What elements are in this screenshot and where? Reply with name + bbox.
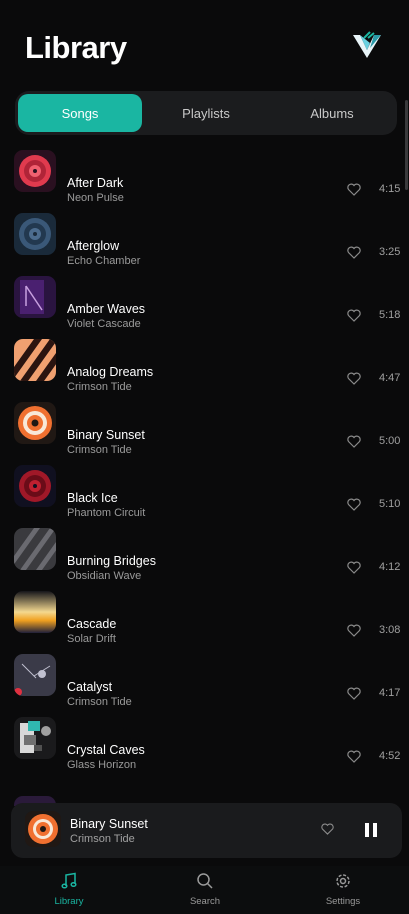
heart-icon[interactable] (347, 435, 361, 448)
song-duration: 4:47 (379, 372, 401, 384)
song-row[interactable]: Burning Bridges Obsidian Wave 4:12 (0, 514, 409, 582)
nav-search[interactable]: Search (160, 866, 250, 914)
album-art (14, 654, 56, 696)
heart-icon[interactable] (347, 498, 361, 511)
music-note-icon (61, 872, 77, 889)
song-title: Crystal Caves (67, 743, 145, 757)
song-row[interactable]: Black Ice Phantom Circuit 5:10 (0, 451, 409, 519)
page-title: Library (25, 30, 127, 65)
heart-icon[interactable] (347, 750, 361, 763)
search-icon (197, 873, 213, 889)
album-art (14, 717, 56, 759)
heart-icon[interactable] (347, 246, 361, 259)
song-row[interactable]: Cascade Solar Drift 3:08 (0, 577, 409, 645)
nav-label: Search (189, 896, 221, 907)
heart-icon[interactable] (347, 309, 361, 322)
song-row[interactable]: Catalyst Crimson Tide 4:17 (0, 640, 409, 708)
song-duration: 4:12 (379, 561, 401, 573)
song-duration: 4:52 (379, 750, 401, 762)
song-duration: 4:15 (379, 183, 401, 195)
song-title: Amber Waves (67, 302, 146, 316)
now-playing-art (25, 811, 61, 847)
nav-label: Library (54, 896, 84, 907)
album-art (14, 276, 56, 318)
nav-label: Settings (325, 896, 361, 907)
now-playing-title: Binary Sunset (70, 817, 148, 831)
song-duration: 5:18 (379, 309, 401, 321)
tab-albums[interactable]: Albums (270, 94, 394, 132)
song-list: After Dark Neon Pulse 4:15 Afterglow Ech… (0, 136, 409, 866)
song-row[interactable]: Analog Dreams Crimson Tide 4:47 (0, 325, 409, 393)
heart-icon[interactable] (347, 624, 361, 637)
song-duration: 5:00 (379, 435, 401, 447)
album-art (14, 213, 56, 255)
song-title: Black Ice (67, 491, 118, 505)
song-title: Catalyst (67, 680, 113, 694)
heart-icon[interactable] (347, 183, 361, 196)
album-art (14, 402, 56, 444)
song-title: Cascade (67, 617, 117, 631)
song-title: Afterglow (67, 239, 120, 253)
tab-playlists[interactable]: Playlists (144, 94, 268, 132)
album-art (14, 528, 56, 570)
album-art (14, 465, 56, 507)
song-row[interactable]: Crystal Caves Glass Horizon 4:52 (0, 703, 409, 771)
song-title: Burning Bridges (67, 554, 156, 568)
gear-icon (336, 874, 350, 888)
heart-icon[interactable] (347, 372, 361, 385)
now-playing-artist: Crimson Tide (70, 833, 135, 845)
bottom-nav: Library Search Settings (0, 866, 409, 914)
tab-songs[interactable]: Songs (18, 94, 142, 132)
song-duration: 5:10 (379, 498, 401, 510)
song-row[interactable]: Amber Waves Violet Cascade 5:18 (0, 262, 409, 330)
album-art (14, 591, 56, 633)
song-row[interactable]: After Dark Neon Pulse 4:15 (0, 136, 409, 204)
v-logo-icon (350, 30, 384, 60)
song-duration: 3:25 (379, 246, 401, 258)
heart-icon[interactable] (347, 687, 361, 700)
song-title: After Dark (67, 176, 124, 190)
now-playing-bar[interactable]: Binary Sunset Crimson Tide (11, 803, 402, 858)
heart-icon[interactable] (347, 561, 361, 574)
song-duration: 3:08 (379, 624, 401, 636)
nav-settings[interactable]: Settings (298, 866, 388, 914)
song-row[interactable]: Afterglow Echo Chamber 3:25 (0, 199, 409, 267)
album-art (14, 339, 56, 381)
pause-icon[interactable] (364, 822, 378, 838)
nav-library[interactable]: Library (24, 866, 114, 914)
library-tabs: Songs Playlists Albums (15, 91, 397, 135)
album-art (14, 150, 56, 192)
song-duration: 4:17 (379, 687, 401, 699)
heart-icon[interactable] (321, 823, 334, 835)
song-title: Analog Dreams (67, 365, 154, 379)
song-title: Binary Sunset (67, 428, 145, 442)
song-row[interactable]: Binary Sunset Crimson Tide 5:00 (0, 388, 409, 456)
song-artist: Glass Horizon (67, 759, 137, 771)
